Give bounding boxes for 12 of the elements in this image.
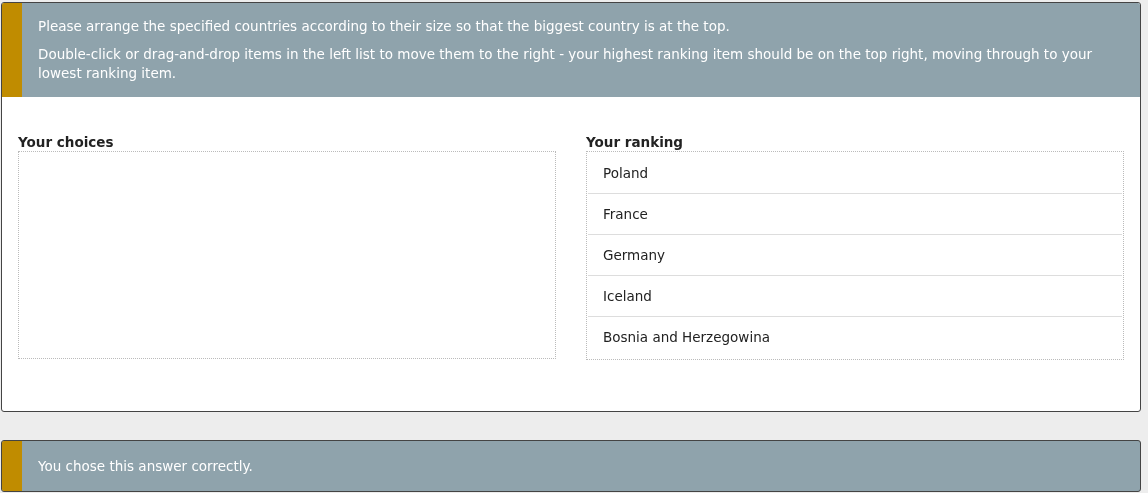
accent-stripe: [2, 441, 22, 491]
ranking-item[interactable]: Bosnia and Herzegowina: [588, 317, 1122, 358]
ranking-item[interactable]: Germany: [588, 235, 1122, 276]
feedback-text: You chose this answer correctly.: [37, 456, 253, 476]
choices-list[interactable]: [18, 151, 556, 359]
instruction-text: Double-click or drag-and-drop items in the left list to move them to the right - your highest ranking item should be on the top right, moving through to your lowest ranking item.: [38, 45, 1094, 83]
ranking-item[interactable]: France: [588, 194, 1122, 235]
column-heading: Your ranking: [586, 133, 685, 151]
ranking-item[interactable]: Iceland: [588, 276, 1122, 317]
ranking-item[interactable]: Poland: [588, 153, 1122, 194]
column-heading: Your choices: [18, 133, 115, 151]
instruction-text: Please arrange the specified countries according to their size so that the biggest country is at the top.: [38, 17, 731, 36]
